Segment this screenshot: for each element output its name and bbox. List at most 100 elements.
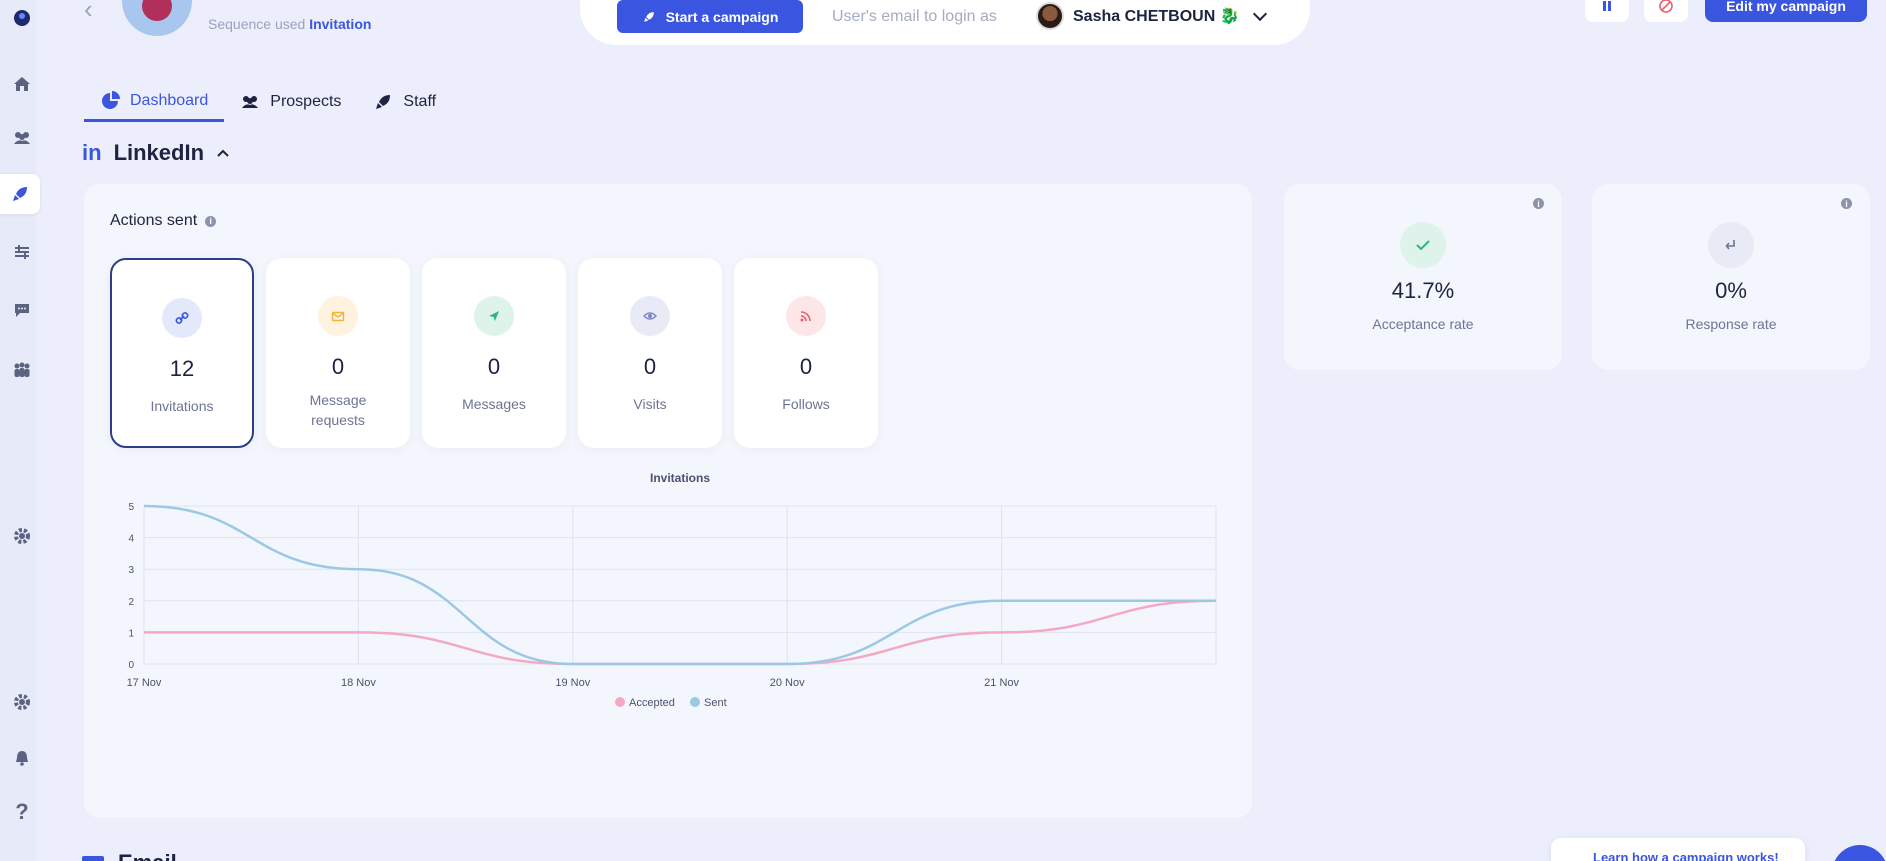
stat-messages[interactable]: 0 Messages [422, 258, 566, 448]
pie-chart-icon [102, 90, 120, 109]
tabs: Dashboard Prospects Staff [84, 82, 452, 124]
chat-icon[interactable] [4, 290, 40, 330]
stat-follows-label: Follows [782, 396, 830, 412]
campaigns-rocket-icon[interactable] [0, 174, 40, 214]
stat-message-requests-label: Message requests [309, 392, 367, 428]
start-campaign-button[interactable]: Start a campaign [617, 0, 803, 33]
tab-staff[interactable]: Staff [357, 82, 452, 122]
stat-invitations[interactable]: 12 Invitations [110, 258, 254, 448]
x-tick-label: 17 Nov [127, 677, 162, 689]
settings-gear-icon[interactable] [4, 516, 40, 556]
home-icon[interactable] [4, 64, 40, 104]
eye-icon [630, 296, 670, 336]
legend-label-sent: Sent [704, 697, 727, 709]
y-tick-label: 1 [128, 628, 134, 639]
acceptance-rate-label: Acceptance rate [1372, 316, 1474, 332]
learn-campaign-link[interactable]: Learn how a campaign works! [1551, 838, 1805, 861]
tab-dashboard[interactable]: Dashboard [84, 82, 225, 122]
users-icon [242, 96, 259, 108]
support-chat-button[interactable] [1832, 845, 1886, 861]
linkedin-icon: in [82, 140, 102, 165]
back-chevron-icon[interactable]: ‹ [84, 0, 93, 25]
series-line-sent [143, 504, 1216, 666]
tab-dashboard-label: Dashboard [130, 91, 209, 109]
pause-button[interactable] [1585, 0, 1629, 22]
x-tick-label: 18 Nov [341, 677, 376, 689]
info-icon[interactable]: i [1841, 198, 1852, 209]
send-icon [474, 296, 514, 336]
stat-messages-label: Messages [462, 396, 526, 412]
linkedin-section-header[interactable]: in LinkedIn [82, 140, 230, 166]
email-section-header[interactable]: Email [82, 850, 177, 861]
start-campaign-label: Start a campaign [665, 8, 779, 25]
y-tick-label: 5 [128, 502, 134, 513]
stat-message-requests-value: 0 [331, 354, 345, 379]
users-icon[interactable] [4, 118, 40, 158]
response-rate-value: 0% [1715, 278, 1747, 303]
team-icon[interactable] [4, 350, 40, 390]
x-tick-label: 19 Nov [555, 677, 590, 689]
tab-staff-label: Staff [403, 93, 437, 110]
reply-icon [1708, 222, 1754, 268]
stat-messages-value: 0 [487, 354, 501, 379]
email-title: Email [118, 850, 177, 861]
actions-sent-label: Actions sent [110, 212, 198, 229]
y-tick-label: 0 [128, 660, 134, 671]
user-selector[interactable]: Sasha CHETBOUN 🐉 [1036, 2, 1267, 30]
stat-visits-value: 0 [643, 354, 657, 379]
logo-icon[interactable] [4, 0, 40, 38]
stat-invitations-value: 12 [169, 356, 195, 381]
chart-title: Invitations [650, 471, 710, 485]
acceptance-rate-value: 41.7% [1391, 278, 1455, 303]
invitations-chart-svg: Invitations 0 1 2 3 4 5 17 Nov 18 Nov 19 Nov 20 No… [127, 471, 1217, 709]
stat-message-requests[interactable]: 0 Message requests [266, 258, 410, 448]
edit-campaign-button[interactable]: Edit my campaign [1705, 0, 1867, 22]
settings-gear-icon-2[interactable] [4, 682, 40, 722]
ban-icon [1659, 0, 1673, 13]
stat-invitations-label: Invitations [150, 398, 214, 414]
invitations-chart: Invitations 0 1 2 3 4 5 17 Nov 18 Nov 19 Nov 20 No… [84, 464, 1252, 804]
info-icon[interactable]: i [1533, 198, 1544, 209]
sequence-name-link[interactable]: Invitation [309, 16, 371, 32]
stat-follows[interactable]: 0 Follows [734, 258, 878, 448]
y-tick-label: 3 [128, 565, 134, 576]
tab-prospects-label: Prospects [270, 93, 342, 110]
legend-label-accepted: Accepted [629, 697, 675, 709]
chevron-up-icon [217, 149, 229, 157]
y-tick-label: 4 [128, 534, 134, 545]
check-icon [1400, 222, 1446, 268]
sequence-prefix: Sequence used [208, 16, 306, 32]
legend-marker-accepted [615, 697, 625, 707]
tab-prospects[interactable]: Prospects [224, 82, 357, 122]
sidebar: ? [0, 0, 40, 861]
email-icon [82, 856, 104, 861]
envelope-icon [318, 296, 358, 336]
chevron-down-icon [1252, 6, 1267, 22]
info-icon[interactable]: i [205, 215, 217, 227]
stat-visits-label: Visits [633, 396, 667, 412]
rss-icon [786, 296, 826, 336]
help-question-icon[interactable]: ? [4, 792, 40, 832]
link-icon [162, 298, 202, 338]
pause-icon [1603, 1, 1611, 11]
acceptance-rate-card: i 41.7% Acceptance rate [1284, 184, 1562, 370]
avatar [1036, 2, 1064, 30]
response-rate-card: i 0% Response rate [1592, 184, 1870, 370]
sequences-icon[interactable] [4, 232, 40, 272]
rocket-icon [376, 95, 391, 109]
user-name: Sasha CHETBOUN 🐉 [1073, 8, 1240, 25]
x-tick-label: 21 Nov [984, 677, 1019, 689]
stat-follows-value: 0 [799, 354, 813, 379]
y-tick-label: 2 [128, 597, 134, 608]
sequence-used-label: Sequence used Invitation [208, 16, 371, 32]
login-as-label: User's email to login as [832, 8, 997, 25]
legend-marker-sent [690, 697, 700, 707]
stop-button[interactable] [1644, 0, 1688, 22]
response-rate-label: Response rate [1685, 316, 1777, 332]
actions-sent-title: Actions sent i [110, 212, 217, 230]
x-tick-label: 20 Nov [770, 677, 805, 689]
stat-visits[interactable]: 0 Visits [578, 258, 722, 448]
campaign-avatar [122, 0, 192, 36]
linkedin-title: LinkedIn [113, 140, 205, 165]
bell-icon[interactable] [4, 738, 40, 778]
